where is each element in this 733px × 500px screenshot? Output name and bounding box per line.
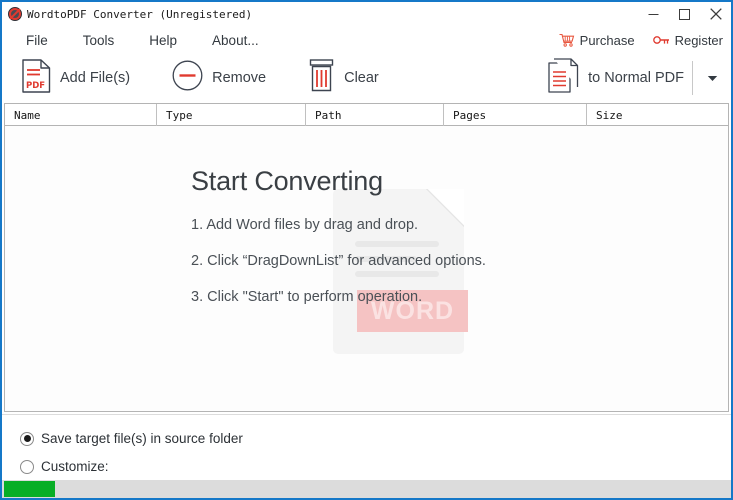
toolbar: PDF Add File(s) Remove Clear to Normal P… [2, 54, 731, 102]
remove-button[interactable]: Remove [164, 56, 274, 100]
menu-item-help[interactable]: Help [143, 31, 183, 50]
window-controls [638, 2, 731, 26]
progress-bar [4, 481, 55, 497]
output-mode-button[interactable]: to Normal PDF [540, 56, 692, 100]
pdf-file-add-icon: PDF [22, 58, 51, 98]
output-mode-label: to Normal PDF [588, 70, 684, 86]
clear-button[interactable]: Clear [300, 56, 387, 100]
radio-customize-label: Customize: [41, 459, 109, 474]
title-bar: WordtoPDF Converter (Unregistered) [2, 2, 731, 26]
radio-save-in-source-folder-label: Save target file(s) in source folder [41, 431, 243, 446]
menu-item-tools[interactable]: Tools [77, 31, 121, 50]
trash-icon [308, 59, 335, 97]
maximize-icon[interactable] [669, 2, 700, 26]
menu-item-file[interactable]: File [20, 31, 54, 50]
file-list: Name Type Path Pages Size WORD Start Con… [4, 103, 729, 412]
column-header-path[interactable]: Path [306, 104, 444, 126]
app-forbidden-icon [7, 6, 23, 22]
document-lines-icon [548, 58, 579, 98]
application-window: WordtoPDF Converter (Unregistered) File … [0, 0, 733, 500]
purchase-label: Purchase [579, 32, 635, 48]
radio-customize-indicator[interactable] [20, 459, 34, 474]
empty-state-title: Start Converting [191, 166, 383, 196]
column-header-size[interactable]: Size [587, 104, 728, 126]
file-list-drop-area[interactable]: WORD Start Converting 1. Add Word files … [5, 126, 728, 411]
chevron-down-icon [707, 69, 718, 87]
purchase-button[interactable]: Purchase [559, 33, 635, 48]
column-header-pages-label: Pages [453, 108, 487, 122]
add-files-button[interactable]: PDF Add File(s) [14, 56, 138, 100]
key-icon [652, 34, 670, 46]
close-icon[interactable] [700, 2, 731, 26]
status-bar [2, 480, 731, 498]
clear-label: Clear [344, 70, 379, 86]
register-button[interactable]: Register [652, 32, 723, 48]
radio-save-in-source-folder-indicator[interactable] [20, 431, 34, 446]
output-options-panel: Save target file(s) in source folder Cus… [2, 414, 731, 480]
column-header-size-label: Size [596, 108, 623, 122]
add-files-label: Add File(s) [60, 70, 131, 86]
column-header-name[interactable]: Name [5, 104, 157, 126]
menu-bar-right-actions: Purchase Register [559, 26, 723, 54]
menu-item-about[interactable]: About... [206, 31, 265, 50]
column-header-pages[interactable]: Pages [444, 104, 587, 126]
window-title: WordtoPDF Converter (Unregistered) [27, 7, 253, 21]
remove-label: Remove [212, 70, 267, 86]
register-label: Register [674, 32, 723, 48]
radio-save-in-source-folder[interactable]: Save target file(s) in source folder [20, 431, 243, 446]
minus-circle-icon [172, 60, 203, 96]
minimize-icon[interactable] [638, 2, 669, 26]
column-header-name-label: Name [14, 108, 41, 122]
output-mode-dropdown-button[interactable] [693, 56, 731, 100]
shopping-cart-icon [559, 33, 575, 47]
file-list-header: Name Type Path Pages Size [5, 104, 728, 126]
column-header-type[interactable]: Type [157, 104, 306, 126]
empty-state-step-3: 3. Click "Start" to perform operation. [191, 289, 423, 305]
column-header-type-label: Type [166, 108, 193, 122]
column-header-path-label: Path [315, 108, 342, 122]
menu-bar: File Tools Help About... Purchase Regist… [2, 26, 731, 54]
empty-state-step-1: 1. Add Word files by drag and drop. [191, 217, 419, 233]
radio-customize[interactable]: Customize: [20, 459, 109, 474]
empty-state-step-2: 2. Click “DragDownList” for advanced opt… [191, 253, 486, 269]
empty-state: Start Converting 1. Add Word files by dr… [191, 166, 486, 305]
svg-text:PDF: PDF [26, 81, 45, 91]
